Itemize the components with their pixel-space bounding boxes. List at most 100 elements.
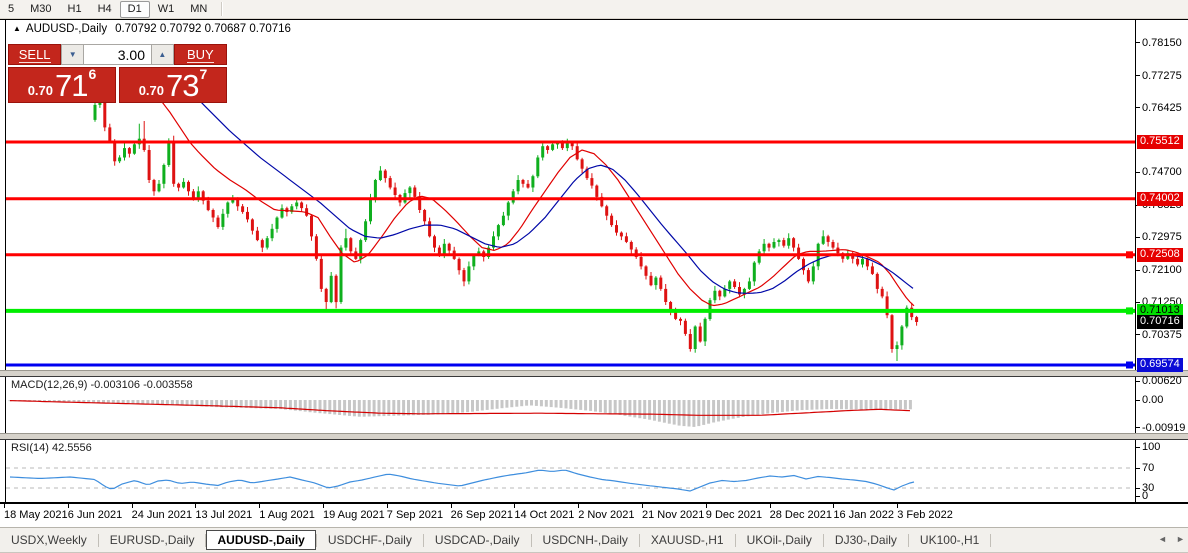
caret-down-icon: ▼ [69, 50, 77, 59]
macd-tick-mark [1136, 427, 1140, 428]
macd-panel[interactable] [9, 400, 912, 427]
rsi-name: RSI(14) [11, 442, 49, 454]
date-label: 9 Dec 2021 [706, 509, 762, 521]
price-tick-mark [1136, 42, 1140, 43]
tab-usdcnh-daily[interactable]: USDCNH-,Daily [532, 530, 639, 550]
ohlc-values: 0.70792 0.70792 0.70687 0.70716 [115, 23, 291, 35]
price-tick-label: 0.70375 [1142, 329, 1182, 341]
date-label: 7 Sep 2021 [387, 509, 443, 521]
date-tick-mark [451, 504, 452, 508]
date-label: 2 Nov 2021 [578, 509, 634, 521]
date-tick-mark [578, 504, 579, 508]
volume-increase-button[interactable]: ▲ [151, 44, 174, 65]
rsi-tick-label: 70 [1142, 462, 1154, 474]
price-tick-label: 0.72975 [1142, 231, 1182, 243]
rsi-tick-mark [1136, 488, 1140, 489]
date-tick-mark [642, 504, 643, 508]
buy-button[interactable]: BUY [174, 44, 227, 65]
price-tick-label: 0.78150 [1142, 37, 1182, 49]
sell-price-box[interactable]: 0.70 71 6 [8, 67, 116, 103]
rsi-tick-label: 100 [1142, 441, 1160, 453]
rsi-value: 42.5556 [52, 442, 92, 454]
rsi-tick-label: 0 [1142, 490, 1148, 502]
collapse-icon[interactable]: ▲ [13, 24, 21, 33]
caret-up-icon: ▲ [158, 50, 166, 59]
date-label: 6 Jun 2021 [68, 509, 122, 521]
macd-tick-label: -0.00919 [1142, 422, 1185, 434]
buy-price-prefix: 0.70 [139, 83, 164, 98]
macd-tick-mark [1136, 381, 1140, 382]
price-level-badge: 0.69574 [1137, 358, 1183, 372]
one-click-trading-panel: SELL ▼ ▲ BUY 0.70 71 6 0.70 73 7 [8, 44, 227, 103]
date-label: 18 May 2021 [4, 509, 68, 521]
chart-title: ▲ AUDUSD-,Daily 0.70792 0.70792 0.70687 0.… [13, 23, 291, 35]
date-tick-mark [897, 504, 898, 508]
macd-tick-mark [1136, 400, 1140, 401]
tab-dj30-daily[interactable]: DJ30-,Daily [824, 530, 908, 550]
volume-input[interactable] [84, 44, 151, 65]
price-tick-mark [1136, 107, 1140, 108]
buy-price-box[interactable]: 0.70 73 7 [119, 67, 227, 103]
date-tick-mark [833, 504, 834, 508]
date-label: 16 Jan 2022 [833, 509, 894, 521]
sell-price-prefix: 0.70 [28, 83, 53, 98]
sell-button-label: SELL [19, 47, 51, 63]
macd-values: -0.003106 -0.003558 [90, 379, 192, 391]
rsi-panel[interactable] [6, 468, 1134, 491]
sell-price-point: 6 [89, 66, 97, 82]
date-tick-mark [323, 504, 324, 508]
date-tick-mark [68, 504, 69, 508]
tab-audusd-daily[interactable]: AUDUSD-,Daily [206, 530, 315, 550]
price-tick-label: 0.74700 [1142, 166, 1182, 178]
tab-separator [990, 534, 991, 547]
price-tick-mark [1136, 237, 1140, 238]
tab-xauusd-h1[interactable]: XAUUSD-,H1 [640, 530, 735, 550]
tab-usdx-weekly[interactable]: USDX,Weekly [0, 530, 98, 550]
price-tick-mark [1136, 334, 1140, 335]
tab-eurusd-daily[interactable]: EURUSD-,Daily [99, 530, 206, 550]
date-tick-mark [195, 504, 196, 508]
rsi-tick-mark [1136, 447, 1140, 448]
date-label: 1 Aug 2021 [259, 509, 315, 521]
rsi-tick-mark [1136, 496, 1140, 497]
price-tick-mark [1136, 75, 1140, 76]
date-tick-mark [387, 504, 388, 508]
date-tick-mark [770, 504, 771, 508]
price-tick-mark [1136, 302, 1140, 303]
volume-decrease-button[interactable]: ▼ [61, 44, 84, 65]
macd-tick-label: 0.00620 [1142, 375, 1182, 387]
buy-price-pips: 73 [166, 71, 198, 101]
tab-scroll-right-icon[interactable]: ► [1176, 534, 1185, 544]
date-label: 26 Sep 2021 [451, 509, 513, 521]
date-tick-mark [259, 504, 260, 508]
buy-price-point: 7 [200, 66, 208, 82]
price-tick-mark [1136, 270, 1140, 271]
price-level-badge: 0.75512 [1137, 135, 1183, 149]
tab-usdcad-daily[interactable]: USDCAD-,Daily [424, 530, 531, 550]
date-label: 28 Dec 2021 [770, 509, 832, 521]
macd-name: MACD(12,26,9) [11, 379, 87, 391]
level-lines-layer [6, 142, 1135, 369]
buy-button-label: BUY [187, 47, 214, 63]
date-label: 24 Jun 2021 [132, 509, 193, 521]
sell-price-pips: 71 [55, 71, 87, 101]
macd-indicator-label: MACD(12,26,9) -0.003106 -0.003558 [11, 379, 193, 391]
moving-averages-layer [150, 86, 914, 306]
sell-button[interactable]: SELL [8, 44, 61, 65]
date-tick-mark [514, 504, 515, 508]
date-label: 3 Feb 2022 [897, 509, 953, 521]
price-level-badge: 0.72508 [1137, 248, 1183, 262]
current-price-badge: 0.70716 [1137, 315, 1183, 329]
rsi-tick-mark [1136, 468, 1140, 469]
tab-scroll-left-icon[interactable]: ◄ [1158, 534, 1167, 544]
date-label: 14 Oct 2021 [514, 509, 574, 521]
tab-usdchf-daily[interactable]: USDCHF-,Daily [317, 530, 423, 550]
price-tick-label: 0.72100 [1142, 264, 1182, 276]
symbol-period-label: AUDUSD-,Daily [26, 23, 107, 35]
date-tick-mark [4, 504, 5, 508]
price-tick-label: 0.76425 [1142, 102, 1182, 114]
price-tick-mark [1136, 172, 1140, 173]
tab-uk100-h1[interactable]: UK100-,H1 [909, 530, 990, 550]
date-tick-mark [706, 504, 707, 508]
tab-ukoil-daily[interactable]: UKOil-,Daily [736, 530, 823, 550]
